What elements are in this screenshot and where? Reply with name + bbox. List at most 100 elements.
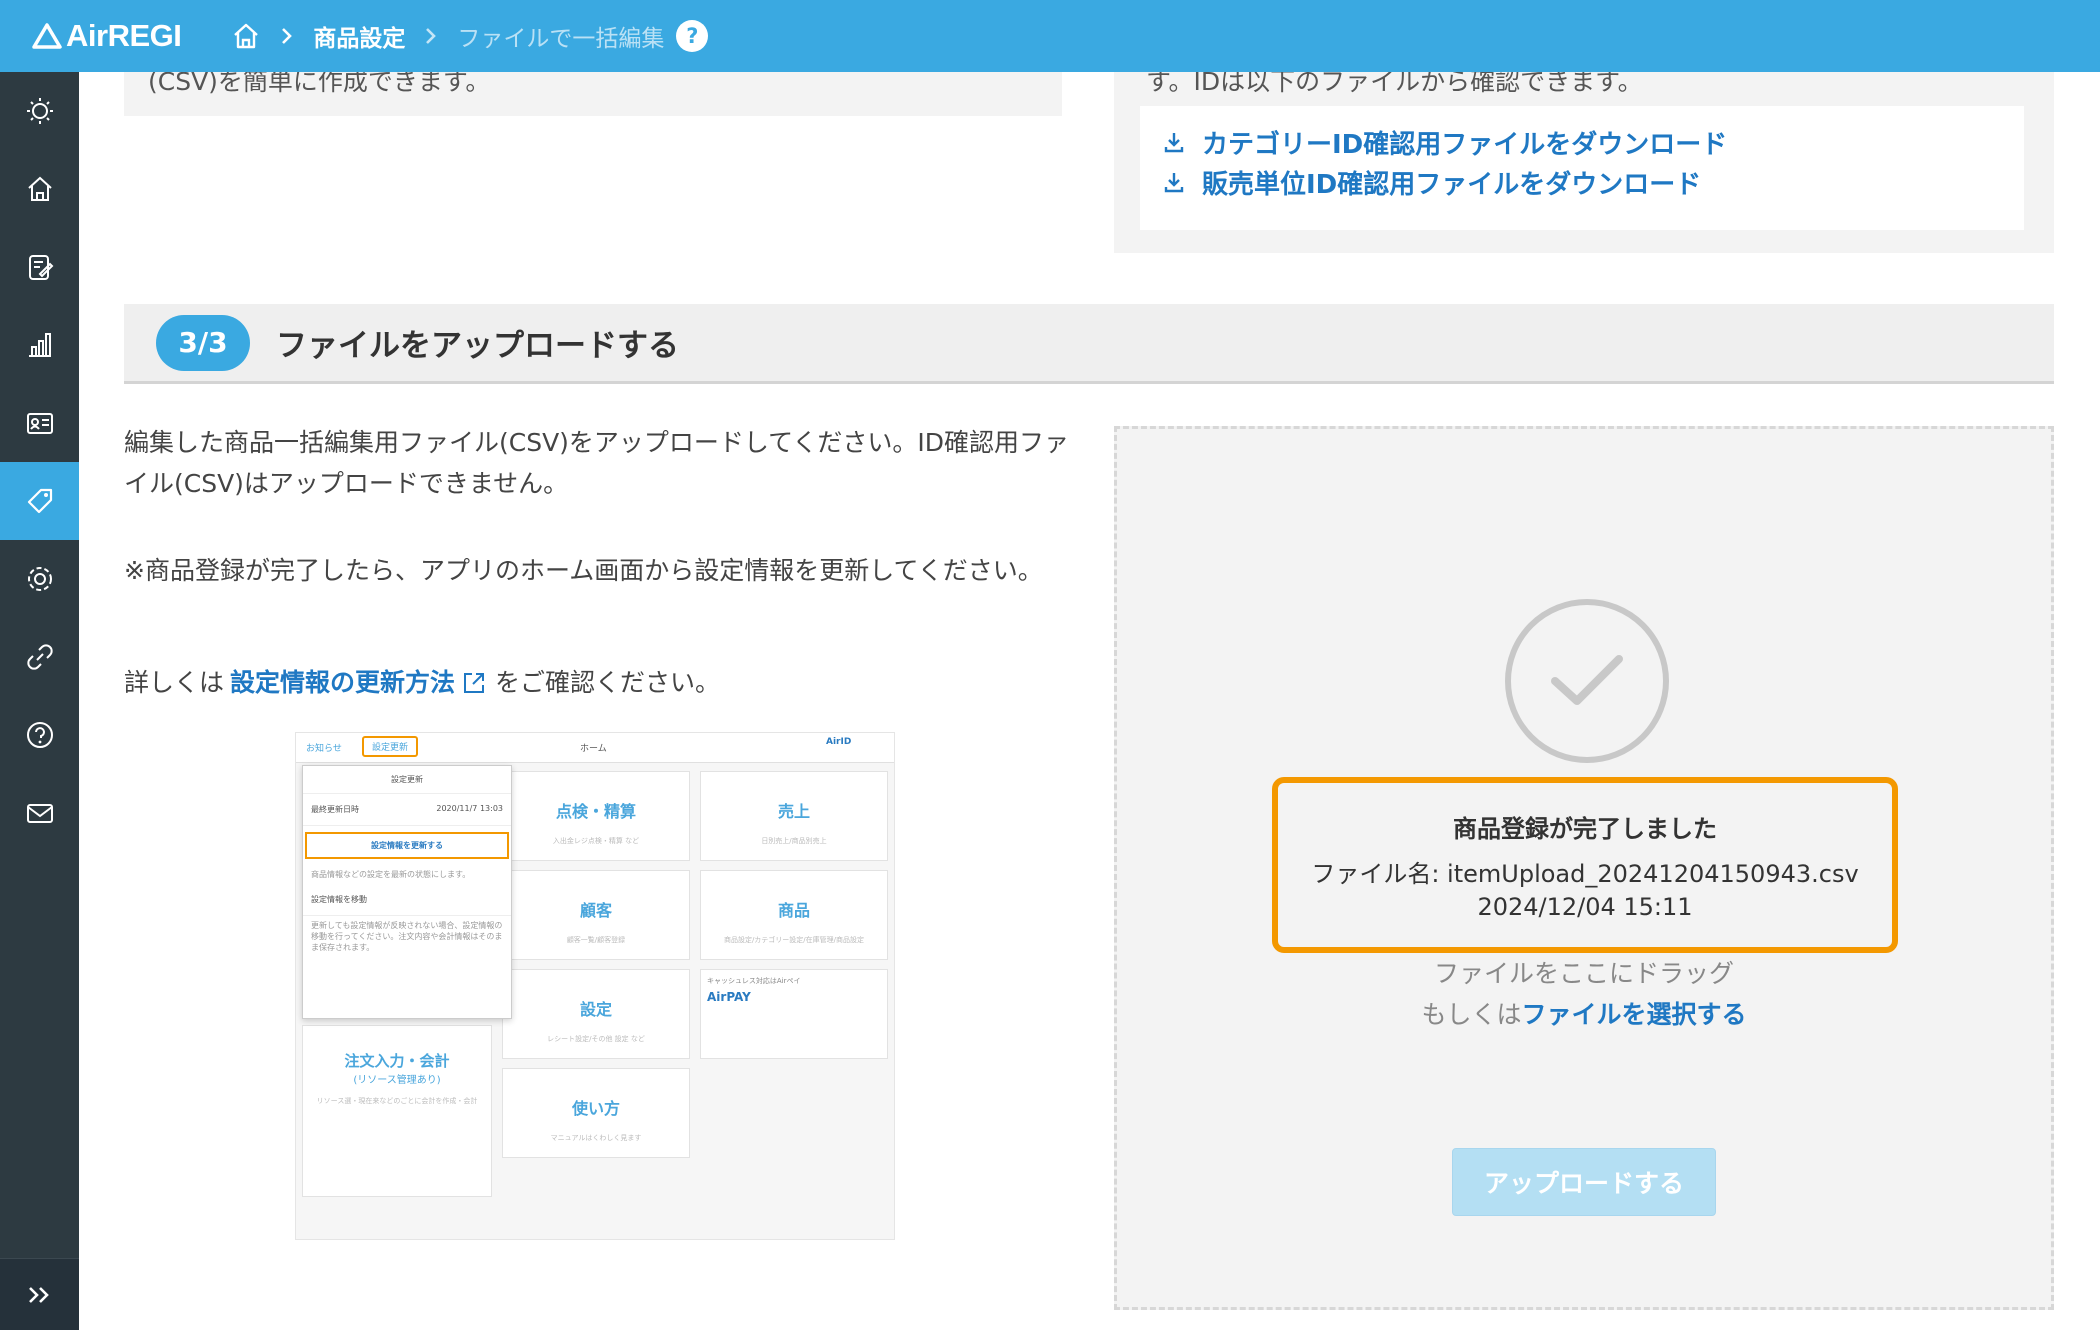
select-file-link[interactable]: ファイルを選択する — [1522, 1000, 1747, 1029]
double-chevron-right-icon — [28, 1286, 49, 1303]
external-link-icon[interactable] — [461, 670, 487, 696]
cut-off-text: す。IDは以下のファイルから確認できます。 — [1146, 72, 1643, 96]
popup-row2: 設定情報を移動 — [311, 895, 367, 904]
thumb-card-label: 商品 — [777, 901, 810, 920]
airregi-logo[interactable]: AirREGI — [32, 18, 182, 54]
help-icon — [26, 722, 53, 748]
order-sub2: リソース選・現在来などのごとに会計を作成・会計 — [316, 1097, 478, 1105]
thumb-card-sub: 入出金レジ点検・精算 など — [552, 837, 640, 845]
thumb-card-label: 使い方 — [571, 1099, 620, 1118]
sidebar-item-sales[interactable] — [0, 306, 79, 384]
chevron-right-icon — [281, 27, 293, 45]
detail-prefix: 詳しくは — [124, 668, 225, 697]
thumb-home-title: ホーム — [580, 744, 607, 754]
logo-triangle-icon — [32, 23, 62, 49]
popup-row-value: 2020/11/7 13:03 — [436, 804, 503, 813]
thumb-card-sub: 顧客一覧/顧客登録 — [566, 936, 626, 944]
sidebar-item-settings[interactable] — [0, 540, 79, 618]
clipboard-edit-icon — [28, 255, 53, 280]
detail-line: 詳しくは 設定情報の更新方法 をご確認ください。 — [124, 662, 720, 703]
breadcrumb: 商品設定 ファイルで一括編集 ? — [231, 19, 709, 53]
order-label: 注文入力・会計 — [344, 1052, 450, 1070]
thumb-card: 顧客 顧客一覧/顧客登録 — [502, 870, 690, 960]
popup-text: 商品情報などの設定を最新の状態にします。 — [311, 870, 471, 879]
result-file-name: ファイル名: itemUpload_20241204150943.csv — [1311, 860, 1859, 888]
logo-text: AirREGI — [66, 18, 182, 53]
chevron-right-icon — [425, 27, 437, 45]
sidebar — [0, 72, 79, 1330]
thumb-airpay-banner: キャッシュレス対応はAirペイ AirPAY — [700, 969, 888, 1059]
thumb-card-label: 顧客 — [579, 901, 612, 920]
thumb-update-popup: 設定更新 最終更新日時 2020/11/7 13:03 設定情報を更新する 商品… — [302, 765, 512, 1019]
id-download-box: す。IDは以下のファイルから確認できます。 カテゴリーID確認用ファイルをダウン… — [1114, 72, 2054, 253]
upload-description: 編集した商品一括編集用ファイル(CSV)をアップロードしてください。ID確認用フ… — [124, 428, 1070, 498]
thumb-card: 点検・精算 入出金レジ点検・精算 など — [502, 771, 690, 861]
settings-update-help-link[interactable]: 設定情報の更新方法 — [230, 662, 455, 703]
main-content: (CSV)を簡単に作成できます。 す。IDは以下のファイルから確認できます。 カ… — [79, 72, 2100, 1330]
thumb-order-card: 注文入力・会計 (リソース管理あり) リソース選・現在来などのごとに会計を作成・… — [302, 1025, 492, 1197]
check-circle-icon — [1505, 599, 1669, 763]
sidebar-item-links[interactable] — [0, 618, 79, 696]
customer-card-icon — [26, 413, 53, 434]
lightbulb-icon — [26, 98, 53, 124]
order-sub: (リソース管理あり) — [353, 1075, 441, 1086]
home-icon[interactable] — [231, 22, 261, 50]
sales-unit-id-download-link[interactable]: 販売単位ID確認用ファイルをダウンロード — [1162, 162, 2002, 202]
drag-instructions: ファイルをここにドラッグ もしくはファイルを選択する — [1117, 953, 2051, 1035]
breadcrumb-parent[interactable]: 商品設定 — [313, 19, 405, 53]
tag-icon — [27, 488, 52, 514]
popup-row-label: 最終更新日時 — [311, 805, 359, 814]
sidebar-item-notice[interactable] — [0, 72, 79, 150]
thumb-airid: AirID — [826, 737, 852, 747]
sidebar-item-contact[interactable] — [0, 774, 79, 852]
thumb-card-label: 売上 — [777, 802, 810, 821]
thumb-tab-update: 設定更新 — [362, 736, 419, 757]
thumb-card: 売上 日別売上/商品別売上 — [700, 771, 888, 861]
thumb-card: 商品 商品設定/カテゴリー設定/在庫管理/商品設定 — [700, 870, 888, 960]
airpay-top: キャッシュレス対応はAirペイ — [707, 977, 801, 985]
thumb-card: 使い方 マニュアルはくわしく見ます — [502, 1068, 690, 1158]
popup-update-button: 設定情報を更新する — [305, 832, 509, 859]
upload-result-box: 商品登録が完了しました ファイル名: itemUpload_2024120415… — [1272, 777, 1898, 953]
category-id-download-link[interactable]: カテゴリーID確認用ファイルをダウンロード — [1162, 122, 2002, 162]
sidebar-item-checklist[interactable] — [0, 228, 79, 306]
popup-row: 設定情報を移動 — [303, 884, 511, 916]
link-label: カテゴリーID確認用ファイルをダウンロード — [1202, 129, 1728, 160]
bar-chart-icon — [28, 333, 51, 357]
thumb-card-sub: 日別売上/商品別売上 — [761, 837, 827, 845]
upload-button[interactable]: アップロードする — [1452, 1148, 1716, 1216]
sidebar-item-home[interactable] — [0, 150, 79, 228]
link-label: 販売単位ID確認用ファイルをダウンロード — [1202, 169, 1702, 200]
link-icon — [26, 644, 53, 670]
thumb-card: 設定 レシート設定/その他 設定 など — [502, 969, 690, 1059]
popup-row: 最終更新日時 2020/11/7 13:03 — [303, 794, 511, 826]
sidebar-expand-button[interactable] — [0, 1258, 79, 1330]
thumb-card-sub: レシート設定/その他 設定 など — [547, 1035, 645, 1043]
top-header: AirREGI 商品設定 ファイルで一括編集 ? — [0, 0, 2100, 72]
sidebar-item-help[interactable] — [0, 696, 79, 774]
or-text: もしくは — [1421, 1000, 1522, 1029]
thumb-card-sub: 商品設定/カテゴリー設定/在庫管理/商品設定 — [723, 936, 865, 944]
thumb-tab-notice: お知らせ — [306, 744, 342, 754]
step-badge: 3/3 — [156, 314, 250, 371]
result-date: 2024/12/04 15:11 — [1477, 893, 1693, 921]
app-home-screenshot: お知らせ 設定更新 ホーム AirID 点検・精算 入出金レジ点検・精算 など … — [295, 732, 895, 1240]
download-icon — [1164, 133, 1184, 153]
step-header: 3/3 ファイルをアップロードする — [124, 304, 2054, 384]
thumb-card-label: 点検・精算 — [555, 802, 636, 821]
drag-text: ファイルをここにドラッグ — [1433, 959, 1734, 988]
home-icon — [27, 176, 52, 201]
download-icon — [1164, 173, 1184, 193]
detail-suffix: をご確認ください。 — [495, 668, 721, 697]
sidebar-item-customer[interactable] — [0, 384, 79, 462]
breadcrumb-current: ファイルで一括編集 — [457, 26, 665, 52]
help-icon[interactable]: ? — [676, 20, 709, 52]
thumb-top-bar: お知らせ 設定更新 ホーム AirID — [296, 733, 894, 763]
popup-text2: 更新しても設定情報が反映されない場合、設定情報の移動を行ってください。注文内容や… — [311, 921, 503, 952]
step-title: ファイルをアップロードする — [276, 328, 679, 364]
file-dropzone[interactable]: 商品登録が完了しました ファイル名: itemUpload_2024120415… — [1114, 426, 2054, 1310]
upload-note: ※商品登録が完了したら、アプリのホーム画面から設定情報を更新してください。 — [124, 556, 1043, 585]
sidebar-item-products[interactable] — [0, 462, 79, 540]
thumb-card-label: 設定 — [579, 1000, 612, 1019]
airpay-logo: AirPAY — [707, 990, 751, 1004]
